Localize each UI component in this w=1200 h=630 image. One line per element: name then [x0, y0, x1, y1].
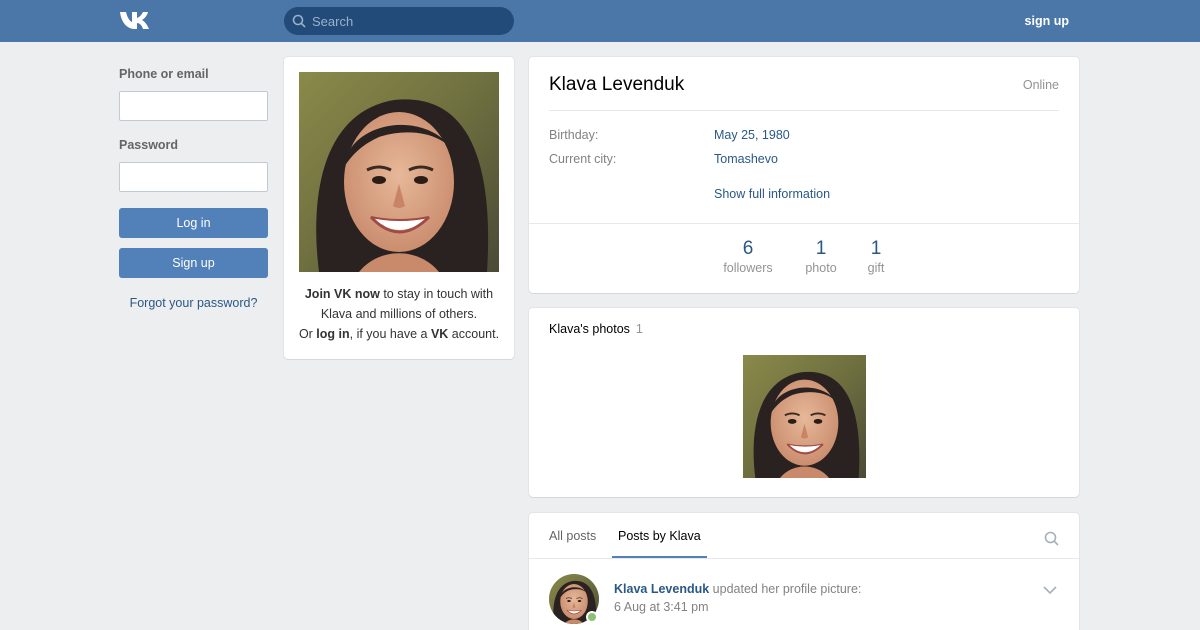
- login-form: Phone or email Password Log in Sign up F…: [119, 67, 268, 310]
- header-signup-link[interactable]: sign up: [1025, 14, 1069, 28]
- phone-email-field[interactable]: [119, 91, 268, 121]
- profile-photo[interactable]: [299, 72, 499, 272]
- photos-card: Klava's photos 1: [529, 308, 1079, 497]
- birthday-label: Birthday:: [549, 128, 599, 142]
- top-header: sign up: [0, 0, 1200, 42]
- counter-caption: followers: [723, 261, 773, 275]
- password-label: Password: [119, 138, 179, 152]
- join-message: Join VK now to stay in touch with Klava …: [294, 284, 504, 344]
- counter-caption: photo: [805, 261, 837, 275]
- login-link[interactable]: log in: [316, 327, 349, 341]
- divider: [549, 110, 1059, 111]
- divider: [529, 558, 1079, 559]
- counter-number: 1: [815, 238, 827, 259]
- photos-title[interactable]: Klava's photos 1: [549, 322, 643, 336]
- join-vk-link[interactable]: Join VK now: [305, 287, 380, 301]
- search-input[interactable]: [312, 7, 508, 35]
- vk-bold: VK: [430, 327, 449, 341]
- signup-button[interactable]: Sign up: [119, 248, 268, 278]
- post-header: Klava Levenduk updated her profile pictu…: [614, 582, 861, 596]
- divider: [529, 223, 1079, 224]
- search-icon[interactable]: [1044, 531, 1059, 546]
- counter-followers[interactable]: 6 followers: [718, 238, 778, 275]
- profile-name: Klava Levenduk: [549, 74, 685, 95]
- photos-title-text: Klava's photos: [549, 322, 630, 336]
- photo-thumbnail[interactable]: [743, 355, 866, 478]
- password-field[interactable]: [119, 162, 268, 192]
- forgot-password-link[interactable]: Forgot your password?: [119, 296, 268, 310]
- or-text: Or: [298, 327, 317, 341]
- post-action: updated her profile picture:: [709, 582, 862, 596]
- city-label: Current city:: [549, 152, 617, 166]
- city-value[interactable]: Tomashevo: [714, 152, 778, 166]
- chevron-down-icon[interactable]: [1043, 585, 1057, 595]
- counter-gift[interactable]: 1 gift: [861, 238, 891, 275]
- tab-all-posts[interactable]: All posts: [549, 529, 596, 543]
- counter-photo[interactable]: 1 photo: [799, 238, 843, 275]
- avatar-card: Join VK now to stay in touch with Klava …: [284, 57, 514, 359]
- birthday-value[interactable]: May 25, 1980: [714, 128, 790, 142]
- counter-number: 1: [870, 238, 882, 259]
- login-button[interactable]: Log in: [119, 208, 268, 238]
- search-icon: [292, 14, 306, 28]
- counter-caption: gift: [867, 261, 885, 275]
- account-text: account.: [448, 327, 500, 341]
- search-box[interactable]: [284, 7, 514, 35]
- online-indicator: [586, 611, 598, 623]
- show-full-info-link[interactable]: Show full information: [714, 187, 830, 201]
- counter-number: 6: [742, 238, 754, 259]
- photos-count: 1: [635, 322, 643, 336]
- phone-label: Phone or email: [119, 67, 209, 81]
- post-date[interactable]: 6 Aug at 3:41 pm: [614, 600, 709, 614]
- have-text: , if you have a: [349, 327, 431, 341]
- online-status: Online: [1022, 78, 1059, 92]
- posts-card: All posts Posts by Klava Klava Levenduk …: [529, 513, 1079, 630]
- vk-logo-icon[interactable]: [119, 10, 153, 31]
- post-author-link[interactable]: Klava Levenduk: [614, 582, 709, 596]
- tab-posts-by-klava[interactable]: Posts by Klava: [618, 529, 701, 543]
- profile-info-card: Klava Levenduk Online Birthday: May 25, …: [529, 57, 1079, 293]
